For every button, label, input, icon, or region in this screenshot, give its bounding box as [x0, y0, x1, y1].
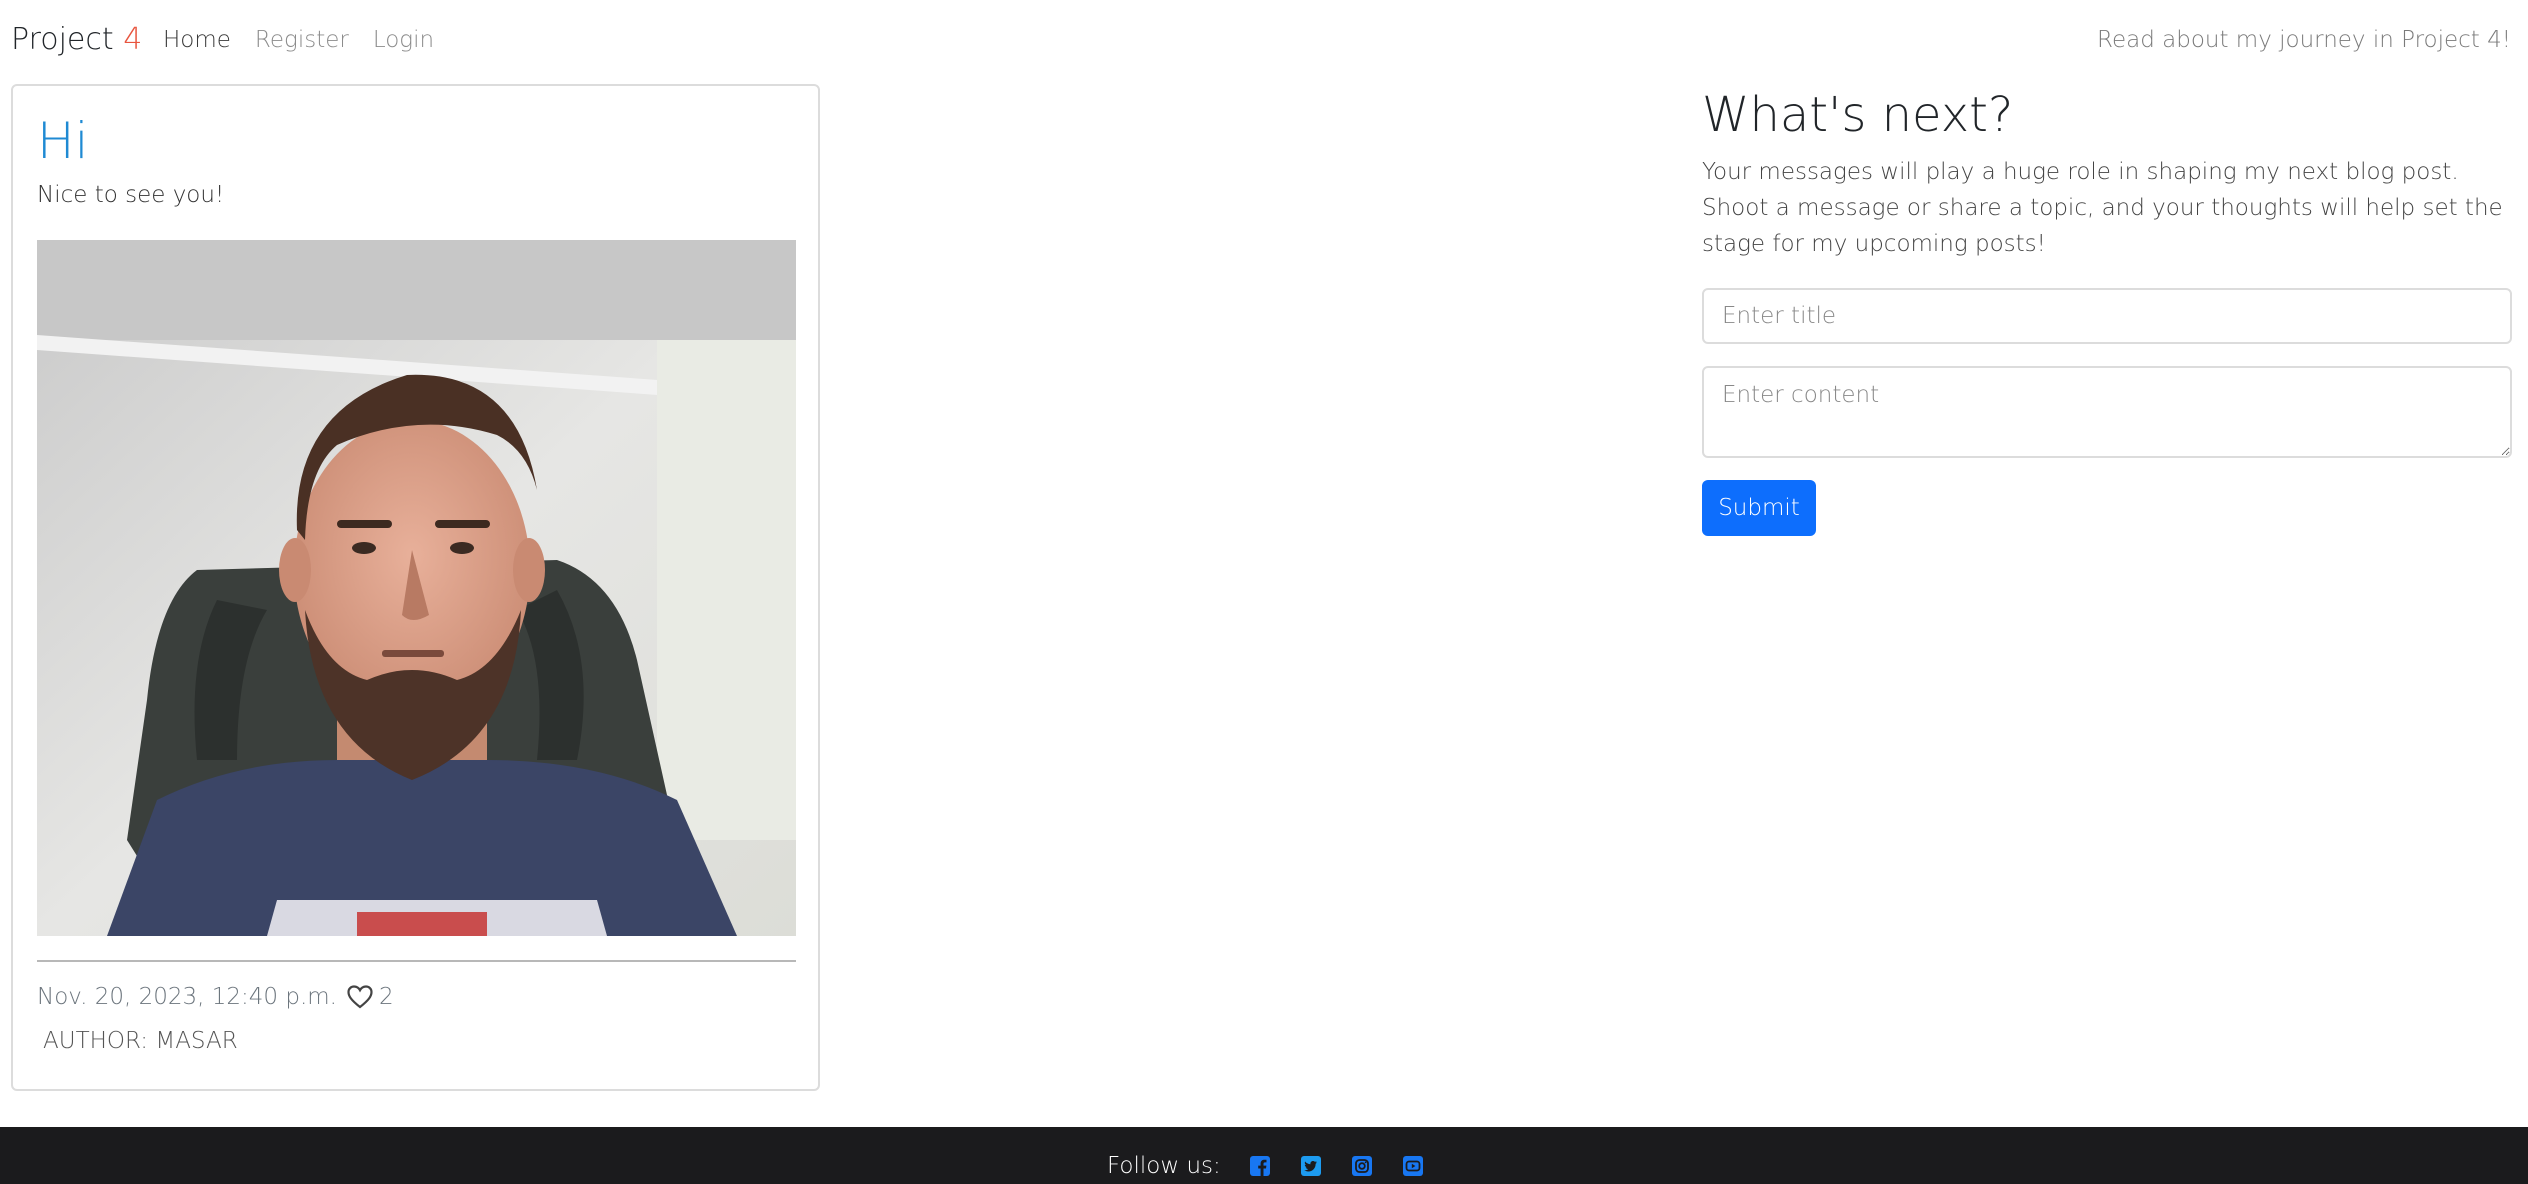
footer: Follow us: — [0, 1127, 2528, 1184]
nav-link-home[interactable]: Home — [163, 27, 231, 53]
post-author: AUTHOR: MASAR — [43, 1028, 238, 1054]
content-textarea[interactable] — [1702, 366, 2512, 458]
facebook-icon[interactable] — [1249, 1155, 1271, 1177]
message-panel: What's next? Your messages will play a h… — [1702, 84, 2512, 536]
panel-title: What's next? — [1702, 87, 2014, 143]
navbar: Project 4 Home Register Login Read about… — [0, 0, 2528, 84]
follow-label: Follow us: — [1107, 1153, 1221, 1179]
nav-links: Home Register Login — [163, 27, 434, 53]
nav-link-login[interactable]: Login — [373, 27, 434, 53]
instagram-icon[interactable] — [1351, 1155, 1373, 1177]
submit-button[interactable]: Submit — [1702, 480, 1816, 536]
heart-icon[interactable] — [347, 985, 373, 1009]
youtube-icon[interactable] — [1402, 1155, 1424, 1177]
nav-link-register[interactable]: Register — [255, 27, 349, 53]
post-image — [37, 240, 796, 936]
like-count: 2 — [379, 984, 394, 1010]
author-photo — [37, 240, 796, 936]
post-title[interactable]: Hi — [37, 112, 89, 170]
brand-accent: 4 — [123, 22, 143, 57]
brand-logo[interactable]: Project 4 — [11, 22, 142, 57]
post-card: Hi Nice to see you! Nov. 20, 2023, 12:40… — [11, 84, 820, 1091]
journey-link[interactable]: Read about my journey in Project 4! — [2097, 27, 2511, 53]
title-input[interactable] — [1702, 288, 2512, 344]
card-divider — [37, 960, 796, 962]
post-meta: Nov. 20, 2023, 12:40 p.m. 2 — [37, 984, 394, 1010]
social-links: Follow us: — [1107, 1153, 1453, 1179]
twitter-icon[interactable] — [1300, 1155, 1322, 1177]
post-date: Nov. 20, 2023, 12:40 p.m. — [37, 984, 337, 1010]
brand-text: Project — [11, 22, 124, 57]
post-subtitle: Nice to see you! — [37, 182, 225, 208]
panel-description: Your messages will play a huge role in s… — [1702, 159, 2503, 257]
